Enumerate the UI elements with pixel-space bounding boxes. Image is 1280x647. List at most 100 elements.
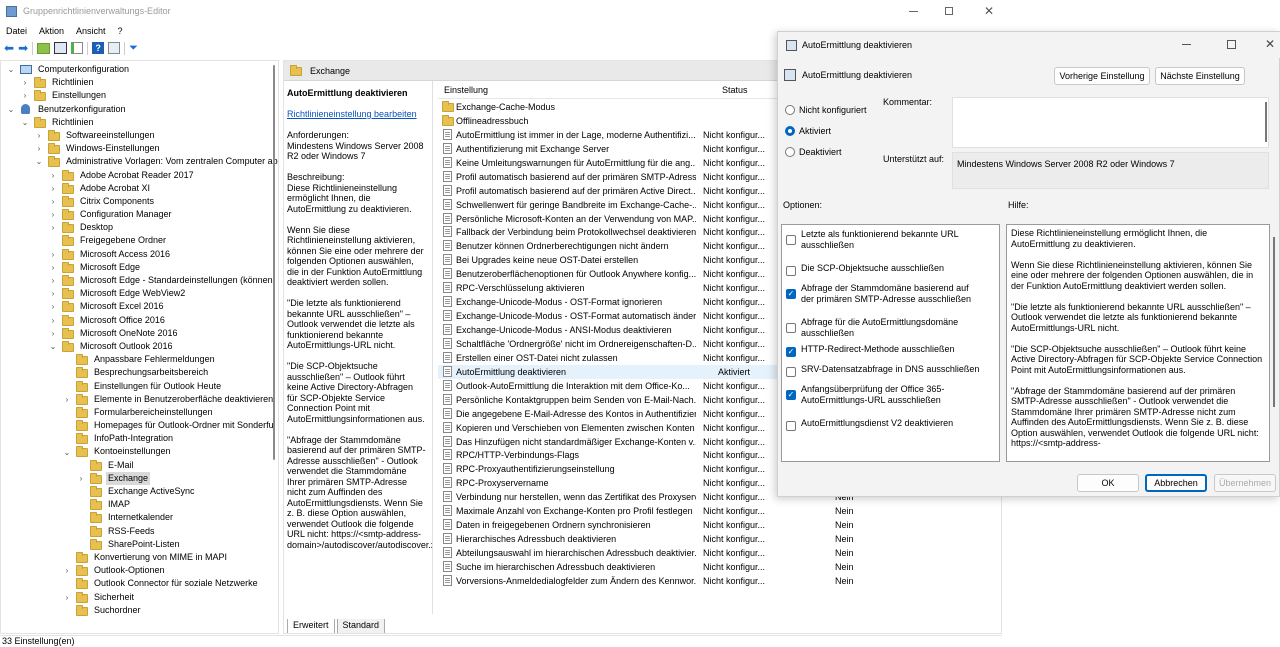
list-item[interactable]: Daten in freigegebenen Ordnern synchroni… <box>438 518 1001 532</box>
filter-icon[interactable]: ⏷ <box>129 42 138 54</box>
tab-standard[interactable]: Standard <box>336 619 386 633</box>
option-checkbox[interactable]: Abfrage für die AutoErmittlungsdomäne au… <box>786 317 999 344</box>
option-checkbox[interactable]: ✓ Abfrage der Stammdomäne basierend auf d… <box>786 283 999 317</box>
chevron-right-icon[interactable]: › <box>49 184 57 193</box>
tree-item[interactable]: Outlook Connector für soziale Netzwerke <box>1 577 278 590</box>
tree-item[interactable]: Anpassbare Fehlermeldungen <box>1 353 278 366</box>
tree-item[interactable]: ⌄ Microsoft Outlook 2016 <box>1 340 278 353</box>
list-item[interactable]: Maximale Anzahl von Exchange-Konten pro … <box>438 504 1001 518</box>
option-checkbox[interactable]: ✓ Anfangsüberprüfung der Office 365-AutoE… <box>786 384 999 418</box>
chevron-right-icon[interactable]: › <box>63 566 71 575</box>
chevron-right-icon[interactable]: › <box>49 276 57 285</box>
forward-arrow-icon[interactable]: ➡ <box>18 42 28 54</box>
tree-item[interactable]: › Adobe Acrobat XI <box>1 182 278 195</box>
help-icon[interactable]: ? <box>92 42 105 54</box>
tree-item[interactable]: E-Mail <box>1 459 278 472</box>
tree-item[interactable]: Besprechungsarbeitsbereich <box>1 366 278 379</box>
tree-item[interactable]: › Einstellungen <box>1 89 278 102</box>
cancel-button[interactable]: Abbrechen <box>1145 474 1207 492</box>
tree-item[interactable]: › Citrix Components <box>1 195 278 208</box>
radio-not-configured[interactable]: Nicht konfiguriert <box>785 99 867 120</box>
option-checkbox[interactable]: SRV-Datensatzabfrage in DNS ausschließen <box>786 364 999 384</box>
tree-item[interactable]: › Softwareeinstellungen <box>1 129 278 142</box>
chevron-right-icon[interactable]: › <box>35 131 43 140</box>
tree-item[interactable]: › Windows-Einstellungen <box>1 142 278 155</box>
chevron-down-icon[interactable]: ⌄ <box>7 65 15 74</box>
tree-item[interactable]: › Microsoft Edge - Standardeinstellungen … <box>1 274 278 287</box>
properties-icon[interactable] <box>108 42 121 54</box>
option-checkbox[interactable]: ✓ HTTP-Redirect-Methode ausschließen <box>786 344 999 364</box>
edit-policy-link[interactable]: Richtlinieneinstellung bearbeiten <box>287 109 432 120</box>
tree-item[interactable]: › Exchange <box>1 471 278 485</box>
ok-button[interactable]: OK <box>1077 474 1139 492</box>
checkbox-checked-icon[interactable]: ✓ <box>786 390 796 400</box>
chevron-right-icon[interactable]: › <box>77 474 85 483</box>
checkbox-icon[interactable] <box>786 235 796 245</box>
help-scrollbar[interactable] <box>1273 237 1275 407</box>
tree-item[interactable]: IMAP <box>1 498 278 511</box>
list-item[interactable]: Vorversions-Anmeldedialogfelder zum Ände… <box>438 574 1001 588</box>
tree-scrollbar[interactable] <box>273 65 275 460</box>
chevron-right-icon[interactable]: › <box>49 263 57 272</box>
chevron-down-icon[interactable]: ⌄ <box>7 105 15 114</box>
tree-item[interactable]: › Adobe Acrobat Reader 2017 <box>1 169 278 182</box>
chevron-down-icon[interactable]: ⌄ <box>49 342 57 351</box>
chevron-right-icon[interactable]: › <box>63 593 71 602</box>
tree-item[interactable]: Einstellungen für Outlook Heute <box>1 380 278 393</box>
tree-item[interactable]: › Sicherheit <box>1 591 278 604</box>
column-header-setting[interactable]: Einstellung <box>444 85 488 95</box>
menu-help[interactable]: ? <box>112 26 129 36</box>
tree-item[interactable]: Konvertierung von MIME in MAPI <box>1 551 278 564</box>
chevron-right-icon[interactable]: › <box>49 250 57 259</box>
dialog-close-button[interactable]: ✕ <box>1265 37 1275 51</box>
chevron-right-icon[interactable]: › <box>21 91 29 100</box>
tree-item[interactable]: › Configuration Manager <box>1 208 278 221</box>
tree-item[interactable]: Internetkalender <box>1 511 278 524</box>
menu-ansicht[interactable]: Ansicht <box>70 26 112 36</box>
tree-item[interactable]: RSS-Feeds <box>1 525 278 538</box>
list-item[interactable]: Suche im hierarchischen Adressbuch deakt… <box>438 560 1001 574</box>
chevron-right-icon[interactable]: › <box>49 329 57 338</box>
radio-disabled[interactable]: Deaktiviert <box>785 141 867 162</box>
tree-item[interactable]: Exchange ActiveSync <box>1 485 278 498</box>
chevron-right-icon[interactable]: › <box>49 316 57 325</box>
tree-item[interactable]: ⌄ Kontoeinstellungen <box>1 445 278 458</box>
tree-item[interactable]: ⌄ Computerkonfiguration <box>1 63 278 76</box>
comment-field[interactable] <box>952 97 1269 148</box>
comment-scrollbar[interactable] <box>1265 102 1267 142</box>
close-button[interactable]: ✕ <box>982 4 996 18</box>
tree-item[interactable]: SharePoint-Listen <box>1 538 278 551</box>
dialog-maximize-button[interactable] <box>1227 40 1236 49</box>
dialog-minimize-button[interactable] <box>1182 44 1191 45</box>
tree-item[interactable]: › Microsoft OneNote 2016 <box>1 327 278 340</box>
up-folder-icon[interactable] <box>37 42 51 54</box>
checkbox-checked-icon[interactable]: ✓ <box>786 347 796 357</box>
tree-item[interactable]: Freigegebene Ordner <box>1 234 278 247</box>
chevron-down-icon[interactable]: ⌄ <box>63 448 71 457</box>
tree-item[interactable]: › Microsoft Excel 2016 <box>1 300 278 313</box>
list-item[interactable]: Hierarchisches Adressbuch deaktivieren Ni… <box>438 532 1001 546</box>
back-arrow-icon[interactable]: ⬅ <box>4 42 14 54</box>
tree-item[interactable]: › Outlook-Optionen <box>1 564 278 577</box>
chevron-right-icon[interactable]: › <box>49 289 57 298</box>
show-tree-icon[interactable] <box>54 42 68 54</box>
radio-enabled[interactable]: Aktiviert <box>785 120 867 141</box>
chevron-right-icon[interactable]: › <box>21 78 29 87</box>
minimize-button[interactable] <box>905 5 921 17</box>
tree-item[interactable]: › Microsoft Access 2016 <box>1 248 278 261</box>
chevron-right-icon[interactable]: › <box>49 197 57 206</box>
previous-setting-button[interactable]: Vorherige Einstellung <box>1054 67 1150 85</box>
chevron-right-icon[interactable]: › <box>49 171 57 180</box>
column-header-status[interactable]: Status <box>722 85 748 95</box>
menu-datei[interactable]: Datei <box>0 26 33 36</box>
tree-item[interactable]: ⌄ Benutzerkonfiguration <box>1 103 278 116</box>
next-setting-button[interactable]: Nächste Einstellung <box>1155 67 1245 85</box>
chevron-down-icon[interactable]: ⌄ <box>35 157 43 166</box>
chevron-right-icon[interactable]: › <box>35 144 43 153</box>
chevron-down-icon[interactable]: ⌄ <box>21 118 29 127</box>
chevron-right-icon[interactable]: › <box>49 302 57 311</box>
tree-item[interactable]: › Microsoft Edge WebView2 <box>1 287 278 300</box>
tree-item[interactable]: › Richtlinien <box>1 76 278 89</box>
checkbox-icon[interactable] <box>786 367 796 377</box>
tree-item[interactable]: › Microsoft Office 2016 <box>1 314 278 327</box>
